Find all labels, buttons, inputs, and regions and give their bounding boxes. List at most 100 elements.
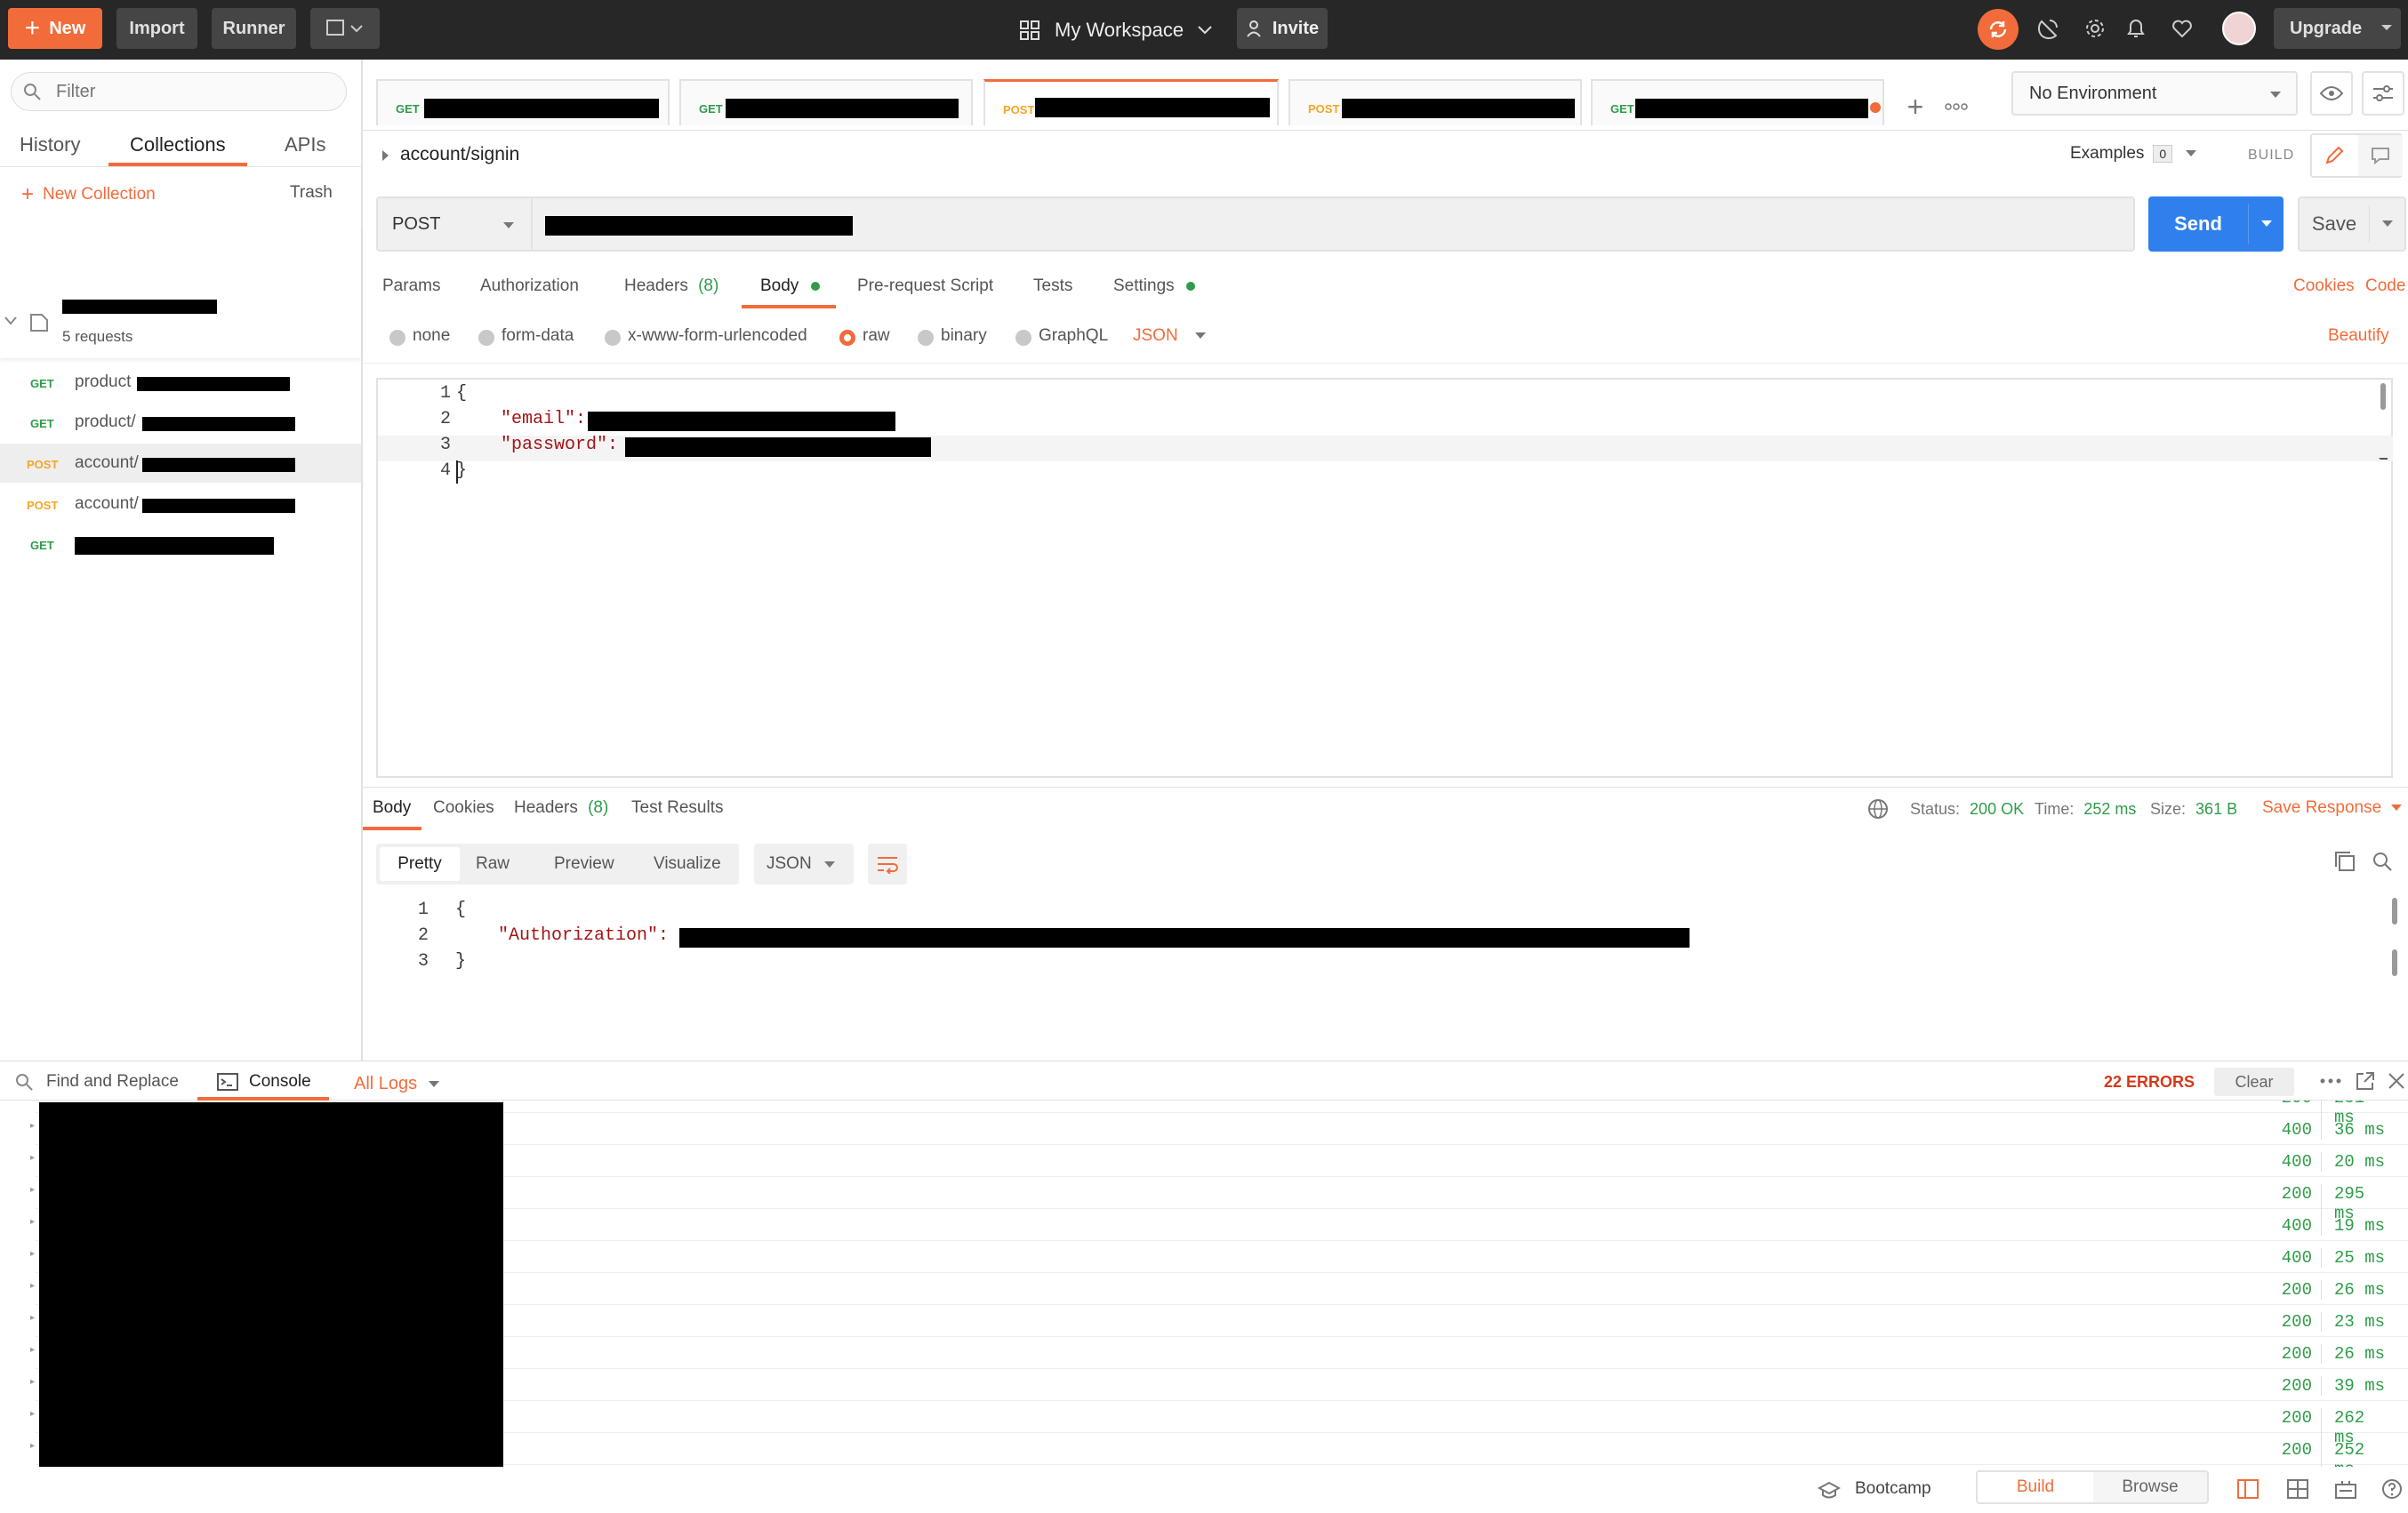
environment-select[interactable]: No Environment [2011, 71, 2298, 116]
response-tab-body[interactable]: Body [373, 798, 411, 818]
console-tab[interactable]: Console [249, 1072, 311, 1092]
filter-input[interactable] [56, 80, 323, 103]
sidebar-request-2[interactable]: GET product/ [0, 403, 361, 442]
body-mode-raw[interactable]: raw [863, 326, 890, 346]
two-pane-icon[interactable] [2237, 1479, 2259, 1499]
copy-icon[interactable] [2333, 850, 2356, 873]
body-format-select[interactable]: JSON [1133, 326, 1207, 346]
beautify-link[interactable]: Beautify [2328, 326, 2389, 346]
tab-params[interactable]: Params [382, 276, 440, 296]
response-tab-test-results[interactable]: Test Results [631, 798, 723, 818]
cookies-link[interactable]: Cookies [2293, 276, 2355, 296]
sidebar-request-4[interactable]: POST account/ [0, 484, 361, 524]
sync-button[interactable] [1978, 9, 2019, 50]
send-options-button[interactable] [2249, 196, 2284, 252]
add-tab-button[interactable]: + [1896, 87, 1935, 126]
workspace-selector[interactable]: My Workspace [1019, 12, 1214, 48]
sidebar-tab-history[interactable]: History [20, 133, 80, 156]
settings-button[interactable] [2079, 12, 2111, 44]
edit-button[interactable] [2312, 135, 2356, 176]
wrap-lines-button[interactable] [868, 844, 907, 885]
request-tab-3-active[interactable]: POST [983, 79, 1279, 125]
popout-icon[interactable] [2355, 1070, 2376, 1092]
satellite-button[interactable] [2033, 12, 2065, 44]
keyboard-icon[interactable] [2335, 1479, 2356, 1499]
layout-icon[interactable] [2287, 1479, 2308, 1499]
response-tab-cookies[interactable]: Cookies [433, 798, 494, 818]
filter-field[interactable] [11, 72, 347, 111]
radio-raw-selected[interactable] [839, 330, 855, 346]
radio-graphql[interactable] [1015, 330, 1031, 346]
tab-headers[interactable]: Headers (8) [624, 276, 718, 296]
examples-dropdown[interactable]: Examples 0 [2070, 144, 2197, 164]
request-tab-1[interactable]: GET [376, 79, 670, 125]
radio-none[interactable] [389, 330, 405, 346]
sidebar-request-3[interactable]: POST account/ [0, 444, 361, 483]
close-icon[interactable] [2387, 1071, 2406, 1091]
resize-handle[interactable] [2379, 458, 2388, 479]
radio-urlencoded[interactable] [605, 330, 621, 346]
clear-console-button[interactable]: Clear [2214, 1068, 2294, 1096]
sidebar-request-1[interactable]: GET product [0, 363, 361, 402]
send-button[interactable]: Send [2148, 196, 2248, 252]
sidebar-request-5[interactable]: GET [0, 524, 361, 564]
response-format-select[interactable]: JSON [754, 844, 854, 885]
body-mode-graphql[interactable]: GraphQL [1039, 326, 1108, 346]
view-pretty[interactable]: Pretty [380, 847, 460, 881]
scrollbar[interactable] [2392, 898, 2397, 925]
upgrade-button[interactable]: Upgrade [2274, 8, 2401, 49]
view-visualize[interactable]: Visualize [654, 854, 721, 874]
sidebar-tab-collections[interactable]: Collections [130, 133, 226, 156]
request-tab-2[interactable]: GET [679, 79, 973, 125]
collection-item[interactable]: 5 requests [0, 227, 361, 358]
new-collection-button[interactable]: + New Collection [21, 182, 156, 207]
body-mode-none[interactable]: none [413, 326, 450, 346]
view-preview[interactable]: Preview [554, 854, 614, 874]
bootcamp-button[interactable]: Bootcamp [1855, 1479, 1931, 1499]
radio-binary[interactable] [918, 330, 934, 346]
save-button[interactable]: Save [2300, 198, 2369, 250]
tab-body[interactable]: Body [760, 276, 820, 296]
tab-tests[interactable]: Tests [1033, 276, 1072, 296]
save-response-button[interactable]: Save Response [2262, 798, 2403, 818]
tab-options-button[interactable] [1937, 87, 1976, 126]
browse-mode-button[interactable]: Browse [2093, 1472, 2207, 1502]
tab-authorization[interactable]: Authorization [480, 276, 579, 296]
method-select[interactable]: POST [376, 196, 533, 252]
body-mode-form-data[interactable]: form-data [502, 326, 574, 346]
build-mode-button[interactable]: Build [1978, 1472, 2093, 1502]
import-button[interactable]: Import [116, 8, 197, 49]
body-mode-binary[interactable]: binary [941, 326, 987, 346]
request-tab-5[interactable]: GET [1591, 79, 1884, 125]
more-horizontal-icon[interactable] [2319, 1077, 2342, 1085]
response-tab-headers[interactable]: Headers (8) [514, 798, 608, 818]
invite-button[interactable]: Invite [1237, 8, 1328, 49]
scrollbar[interactable] [2392, 949, 2397, 976]
code-link[interactable]: Code [2365, 276, 2405, 296]
sidebar-tab-apis[interactable]: APIs [285, 133, 325, 156]
manage-environments-button[interactable] [2362, 71, 2404, 116]
environment-quicklook-button[interactable] [2310, 71, 2353, 116]
search-icon[interactable] [2371, 850, 2394, 873]
log-level-select[interactable]: All Logs [354, 1074, 440, 1094]
tab-settings[interactable]: Settings [1113, 276, 1195, 296]
new-button[interactable]: + New [8, 8, 102, 49]
scrollbar[interactable] [2380, 383, 2386, 410]
find-replace-tab[interactable]: Find and Replace [46, 1072, 179, 1092]
new-window-button[interactable] [310, 8, 380, 49]
request-body-editor[interactable]: 1 2 3 4 { "email": "password": } [376, 378, 2393, 778]
save-options-button[interactable] [2370, 198, 2405, 250]
tab-pre-request-script[interactable]: Pre-request Script [857, 276, 993, 296]
help-icon[interactable] [2381, 1478, 2403, 1500]
comments-button[interactable] [2358, 135, 2403, 176]
body-mode-urlencoded[interactable]: x-www-form-urlencoded [628, 326, 807, 346]
runner-button[interactable]: Runner [212, 8, 296, 49]
url-input[interactable] [533, 196, 2135, 252]
radio-form-data[interactable] [478, 330, 494, 346]
favorites-button[interactable] [2166, 12, 2198, 44]
trash-button[interactable]: Trash [290, 183, 333, 203]
notifications-button[interactable] [2120, 12, 2152, 44]
request-tab-4[interactable]: POST [1288, 79, 1582, 125]
globe-icon[interactable] [1867, 798, 1889, 820]
avatar[interactable] [2222, 12, 2256, 45]
